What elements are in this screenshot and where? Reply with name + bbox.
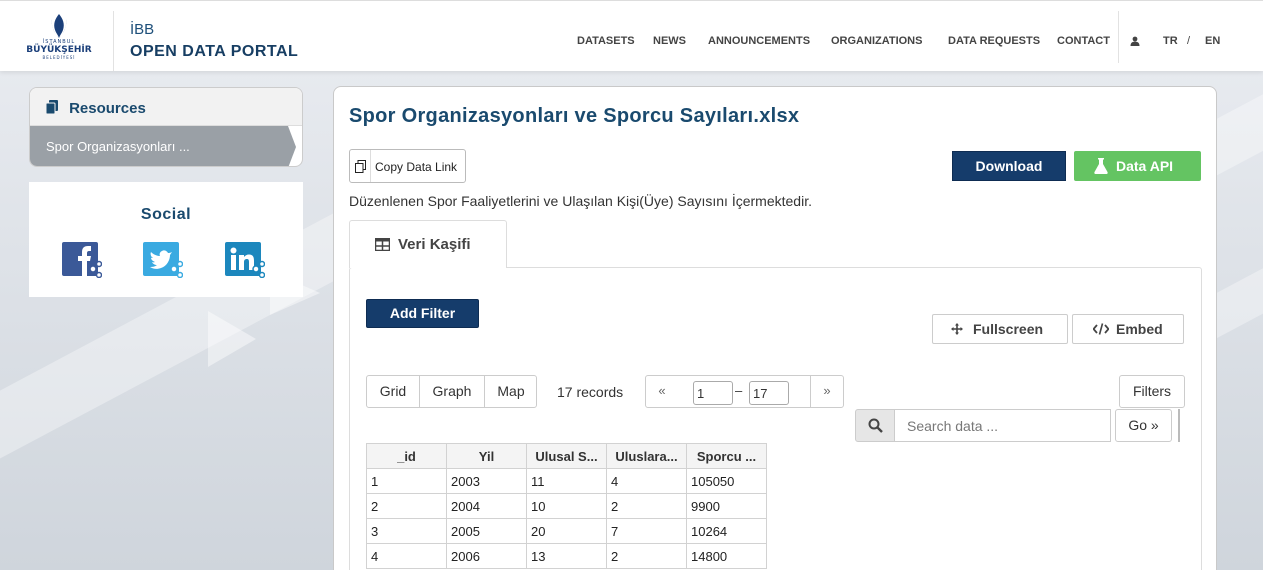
facebook-icon[interactable] — [62, 242, 102, 278]
search-input[interactable] — [894, 409, 1111, 442]
view-map-button[interactable]: Map — [485, 376, 537, 407]
record-count: 17 records — [557, 384, 624, 400]
table-cell: 9900 — [686, 493, 767, 519]
nav-contact[interactable]: CONTACT — [1057, 35, 1110, 47]
resource-main-panel: Spor Organizasyonları ve Sporcu Sayıları… — [333, 86, 1217, 570]
page-title: Spor Organizasyonları ve Sporcu Sayıları… — [349, 105, 800, 127]
table-cell: 2 — [606, 493, 687, 519]
resources-header: Resources — [30, 88, 302, 126]
view-graph-button[interactable]: Graph — [420, 376, 484, 407]
logo-line-bottom: BELEDİYESİ — [42, 55, 76, 60]
nav-announcements[interactable]: ANNOUNCEMENTS — [708, 35, 810, 47]
table-row: 1 2003 11 4 105050 — [366, 468, 767, 494]
nav-news[interactable]: NEWS — [653, 35, 686, 47]
search-icon — [868, 418, 883, 433]
tab-label: Veri Kaşifi — [398, 236, 471, 253]
pager-to-input[interactable] — [749, 381, 789, 405]
move-icon — [951, 323, 963, 335]
table-header-row: _id Yil Ulusal S... Uluslara... Sporcu .… — [366, 443, 767, 469]
social-title: Social — [140, 206, 192, 223]
resource-item-active[interactable]: Spor Organizasyonları ... — [30, 126, 296, 166]
tab-veri-kasifi[interactable]: Veri Kaşifi — [349, 220, 507, 268]
table-cell: 105050 — [686, 468, 767, 494]
table-cell: 2 — [606, 543, 687, 569]
table-icon — [375, 238, 390, 251]
twitter-icon[interactable] — [143, 242, 183, 278]
filters-button[interactable]: Filters — [1119, 375, 1185, 408]
lang-tr[interactable]: TR — [1163, 35, 1178, 47]
view-switcher: Grid Graph Map — [366, 375, 537, 408]
header-divider — [113, 11, 114, 71]
go-button[interactable]: Go » — [1115, 409, 1172, 442]
table-cell: 7 — [606, 518, 687, 544]
pager-next-button[interactable]: » — [810, 375, 844, 408]
table-cell: 3 — [366, 518, 447, 544]
tulip-icon — [51, 14, 67, 38]
lang-separator: / — [1187, 35, 1191, 47]
copy-icon — [45, 100, 58, 115]
resource-item-label: Spor Organizasyonları ... — [46, 139, 190, 154]
fullscreen-button[interactable]: Fullscreen — [932, 314, 1068, 344]
data-api-button[interactable]: Data API — [1074, 151, 1201, 181]
table-cell: 2005 — [446, 518, 527, 544]
resources-panel: Resources Spor Organizasyonları ... — [29, 87, 303, 167]
column-header-sporcu[interactable]: Sporcu ... — [686, 443, 767, 469]
social-panel: Social — [29, 182, 303, 297]
add-filter-button[interactable]: Add Filter — [366, 299, 479, 328]
table-cell: 10 — [526, 493, 607, 519]
brand-portal-name[interactable]: OPEN DATA PORTAL — [130, 43, 298, 61]
toolbar-edge — [1178, 409, 1180, 442]
table-cell: 11 — [526, 468, 607, 494]
table-row: 4 2006 13 2 14800 — [366, 543, 767, 569]
view-grid-button[interactable]: Grid — [367, 376, 419, 407]
fullscreen-label: Fullscreen — [973, 321, 1044, 337]
embed-label: Embed — [1116, 321, 1163, 337]
table-cell: 2004 — [446, 493, 527, 519]
embed-button[interactable]: Embed — [1072, 314, 1184, 344]
table-cell: 2006 — [446, 543, 527, 569]
nav-organizations[interactable]: ORGANIZATIONS — [831, 35, 922, 47]
column-header-yil[interactable]: Yil — [446, 443, 527, 469]
pager-range: – — [678, 375, 811, 408]
logo-line-main: BÜYÜKŞEHİR — [26, 45, 92, 55]
user-icon[interactable] — [1130, 36, 1140, 46]
brand-ibb[interactable]: İBB — [130, 21, 154, 38]
table-row: 2 2004 10 2 9900 — [366, 493, 767, 519]
column-header-id[interactable]: _id — [366, 443, 447, 469]
resource-description: Düzenlenen Spor Faaliyetlerini ve Ulaşıl… — [349, 193, 812, 209]
download-button[interactable]: Download — [952, 151, 1066, 181]
pager-from-input[interactable] — [693, 381, 733, 405]
column-header-ulusal[interactable]: Ulusal S... — [526, 443, 607, 469]
copy-icon-cell — [350, 150, 371, 182]
copy-data-link-button[interactable]: Copy Data Link — [349, 149, 466, 183]
table-cell: 2 — [366, 493, 447, 519]
top-header: İSTANBUL BÜYÜKŞEHİR BELEDİYESİ İBB OPEN … — [0, 0, 1263, 71]
nav-divider — [1118, 11, 1119, 63]
table-cell: 20 — [526, 518, 607, 544]
copy-data-link-label: Copy Data Link — [375, 160, 458, 174]
flask-icon — [1094, 158, 1108, 174]
copy-icon — [355, 160, 366, 173]
ibb-logo[interactable]: İSTANBUL BÜYÜKŞEHİR BELEDİYESİ — [24, 13, 94, 65]
table-row: 3 2005 20 7 10264 — [366, 518, 767, 544]
table-cell: 4 — [606, 468, 687, 494]
code-icon — [1093, 323, 1109, 335]
table-cell: 4 — [366, 543, 447, 569]
data-grid: _id Yil Ulusal S... Uluslara... Sporcu .… — [366, 443, 767, 569]
pager-dash: – — [735, 383, 743, 398]
table-cell: 10264 — [686, 518, 767, 544]
linkedin-icon[interactable] — [225, 242, 265, 278]
column-header-uluslararasi[interactable]: Uluslara... — [606, 443, 687, 469]
pager-prev-button[interactable]: « — [645, 375, 679, 408]
resources-title: Resources — [69, 100, 146, 117]
table-cell: 14800 — [686, 543, 767, 569]
table-cell: 2003 — [446, 468, 527, 494]
table-cell: 1 — [366, 468, 447, 494]
nav-data-requests[interactable]: DATA REQUESTS — [948, 35, 1040, 47]
lang-en[interactable]: EN — [1205, 35, 1220, 47]
nav-datasets[interactable]: DATASETS — [577, 35, 635, 47]
table-cell: 13 — [526, 543, 607, 569]
search-icon-cell — [855, 409, 895, 442]
data-api-label: Data API — [1116, 158, 1174, 174]
